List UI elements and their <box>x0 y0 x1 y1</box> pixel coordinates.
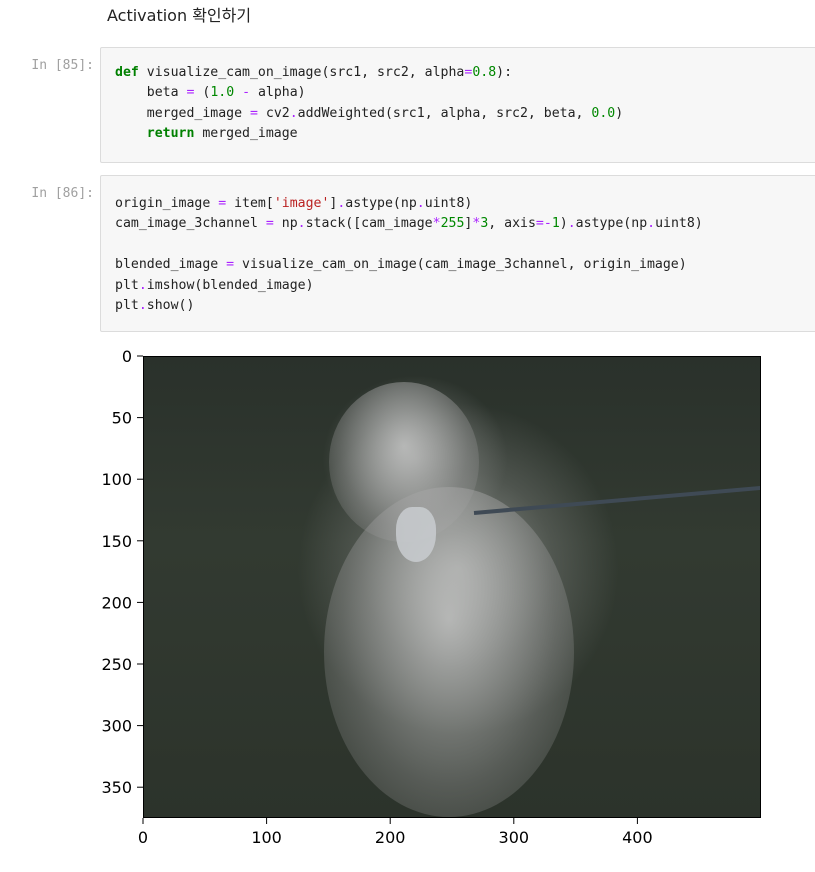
x-tick-label: 200 <box>375 828 406 847</box>
y-tick-label: 250 <box>101 655 132 674</box>
x-tick-label: 300 <box>499 828 530 847</box>
y-tick-label: 50 <box>112 409 132 428</box>
plot-axes: 0 100 200 300 400 0 50 100 150 200 250 300 350 <box>101 347 653 847</box>
y-tick-label: 100 <box>101 470 132 489</box>
y-tick-label: 0 <box>122 347 132 366</box>
y-tick-label: 300 <box>101 717 132 736</box>
x-tick-label: 400 <box>622 828 653 847</box>
x-tick-label: 0 <box>138 828 148 847</box>
y-tick-label: 350 <box>101 778 132 797</box>
y-tick-label: 200 <box>101 593 132 612</box>
y-tick-label: 150 <box>101 532 132 551</box>
x-tick-label: 100 <box>251 828 282 847</box>
